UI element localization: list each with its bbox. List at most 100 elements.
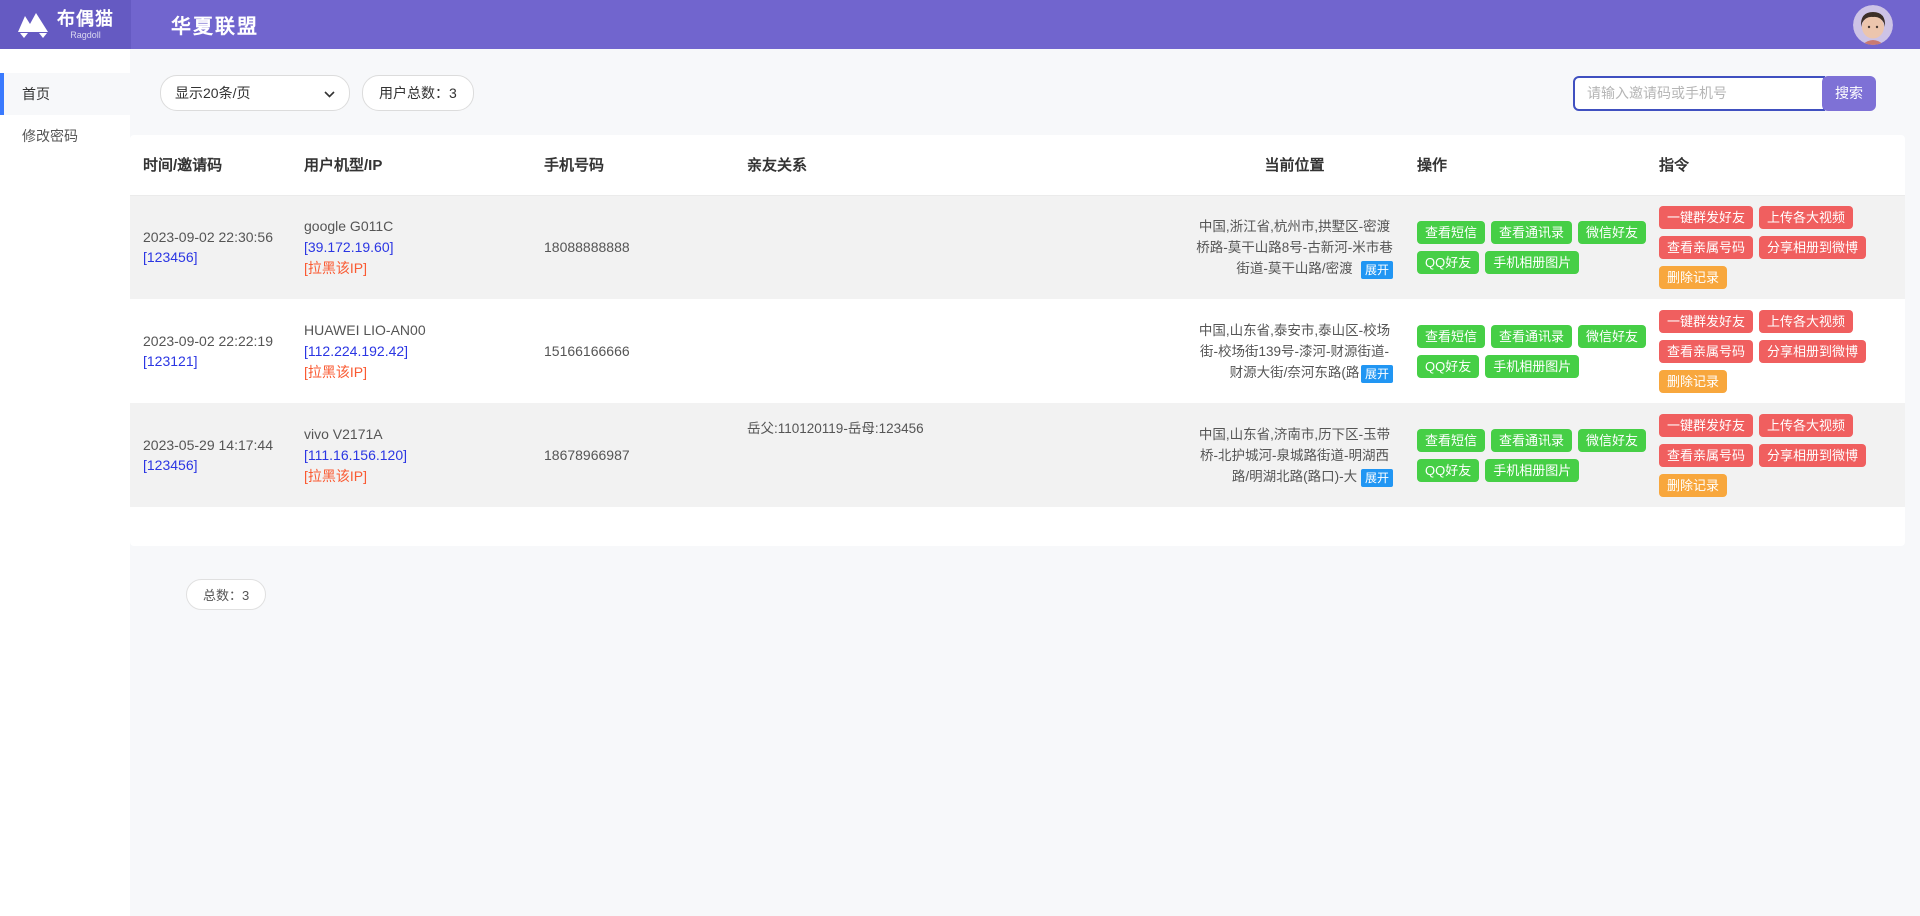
action-buttons-group: 查看短信查看通讯录微信好友 QQ好友手机相册图片 — [1417, 429, 1652, 482]
command-button[interactable]: 删除记录 — [1659, 266, 1727, 289]
device-ip-cell: HUAWEI LIO-AN00[112.224.192.42][拉黑该IP] — [304, 299, 544, 403]
logo-title: 布偶猫 — [57, 10, 114, 28]
ip-link[interactable]: [112.224.192.42] — [304, 341, 544, 362]
command-button[interactable]: 一键群发好友 — [1659, 310, 1753, 333]
action-button[interactable]: 手机相册图片 — [1485, 251, 1579, 274]
command-buttons-group: 一键群发好友上传各大视频查看亲属号码分享相册到微博删除记录 — [1659, 310, 1909, 393]
commands-cell: 一键群发好友上传各大视频查看亲属号码分享相册到微博删除记录 — [1639, 403, 1905, 507]
device-model: HUAWEI LIO-AN00 — [304, 320, 544, 341]
command-button[interactable]: 分享相册到微博 — [1759, 444, 1866, 467]
phone-number: 15166166666 — [544, 343, 630, 359]
sidebar-item-change-password[interactable]: 修改密码 — [0, 115, 130, 157]
command-button[interactable]: 查看亲属号码 — [1659, 236, 1753, 259]
action-button[interactable]: 微信好友 — [1578, 221, 1646, 244]
column-header-actions: 操作 — [1397, 135, 1639, 195]
command-buttons-group: 一键群发好友上传各大视频查看亲属号码分享相册到微博删除记录 — [1659, 414, 1909, 497]
action-button[interactable]: 手机相册图片 — [1485, 459, 1579, 482]
invite-code-link[interactable]: [123121] — [143, 353, 304, 369]
command-button[interactable]: 删除记录 — [1659, 474, 1727, 497]
action-button[interactable]: 查看通讯录 — [1491, 429, 1572, 452]
logo-subtitle: Ragdoll — [70, 31, 101, 40]
device-ip-cell: google G011C[39.172.19.60][拉黑该IP] — [304, 195, 544, 299]
phone-number: 18678966987 — [544, 447, 630, 463]
command-button[interactable]: 查看亲属号码 — [1659, 444, 1753, 467]
command-buttons-group: 一键群发好友上传各大视频查看亲属号码分享相册到微博删除记录 — [1659, 206, 1909, 289]
action-button[interactable]: 微信好友 — [1578, 429, 1646, 452]
column-header-device-ip: 用户机型/IP — [304, 135, 544, 195]
location-text: 中国,山东省,济南市,历下区-玉带桥-北护城河-泉城路街道-明湖西路/明湖北路(… — [1192, 424, 1397, 487]
column-header-phone: 手机号码 — [544, 135, 747, 195]
action-button[interactable]: 查看短信 — [1417, 325, 1485, 348]
column-header-time-invite: 时间/邀请码 — [130, 135, 304, 195]
table-body: 2023-09-02 22:30:56[123456]google G011C[… — [130, 195, 1905, 507]
users-table: 时间/邀请码 用户机型/IP 手机号码 亲友关系 当前位置 操作 指令 2023… — [130, 135, 1905, 507]
action-button[interactable]: QQ好友 — [1417, 355, 1479, 378]
total-count-badge: 总数：3 — [186, 579, 266, 610]
device-model: google G011C — [304, 216, 544, 237]
location-cell: 中国,山东省,济南市,历下区-玉带桥-北护城河-泉城路街道-明湖西路/明湖北路(… — [1192, 403, 1397, 507]
row-time: 2023-09-02 22:22:19 — [143, 333, 304, 349]
location-text: 中国,山东省,泰安市,泰山区-校场街-校场街139号-漆河-财源街道-财源大街/… — [1192, 320, 1397, 383]
column-header-commands: 指令 — [1639, 135, 1905, 195]
action-button[interactable]: 查看短信 — [1417, 221, 1485, 244]
location-cell: 中国,山东省,泰安市,泰山区-校场街-校场街139号-漆河-财源街道-财源大街/… — [1192, 299, 1397, 403]
action-button[interactable]: 查看通讯录 — [1491, 325, 1572, 348]
search-area: 搜索 — [1573, 76, 1876, 111]
action-button[interactable]: 微信好友 — [1578, 325, 1646, 348]
command-button[interactable]: 一键群发好友 — [1659, 206, 1753, 229]
sidebar: 首页 修改密码 — [0, 49, 130, 916]
page-title: 华夏联盟 — [171, 10, 259, 39]
command-button[interactable]: 一键群发好友 — [1659, 414, 1753, 437]
location-text: 中国,浙江省,杭州市,拱墅区-密渡桥路-莫干山路8号-古新河-米市巷街道-莫干山… — [1192, 216, 1397, 279]
table-row: 2023-09-02 22:30:56[123456]google G011C[… — [130, 195, 1905, 299]
action-button[interactable]: QQ好友 — [1417, 459, 1479, 482]
invite-code-link[interactable]: [123456] — [143, 249, 304, 265]
cat-logo-icon — [17, 12, 51, 38]
action-button[interactable]: 查看通讯录 — [1491, 221, 1572, 244]
command-button[interactable]: 分享相册到微博 — [1759, 236, 1866, 259]
phone-cell: 18088888888 — [544, 195, 747, 299]
relations-cell: 岳父:110120119-岳母:123456 — [747, 403, 1192, 507]
row-time: 2023-09-02 22:30:56 — [143, 229, 304, 245]
command-button[interactable]: 查看亲属号码 — [1659, 340, 1753, 363]
relations-text: 岳父:110120119-岳母:123456 — [747, 421, 924, 436]
search-button[interactable]: 搜索 — [1822, 76, 1876, 111]
ip-link[interactable]: [111.16.156.120] — [304, 445, 544, 466]
user-total-badge: 用户总数：3 — [362, 75, 474, 111]
block-ip-link[interactable]: [拉黑该IP] — [304, 466, 544, 487]
action-button[interactable]: 查看短信 — [1417, 429, 1485, 452]
toolbar: 显示20条/页 用户总数：3 搜索 — [130, 75, 1920, 111]
block-ip-link[interactable]: [拉黑该IP] — [304, 362, 544, 383]
actions-cell: 查看短信查看通讯录微信好友QQ好友手机相册图片 — [1397, 299, 1639, 403]
command-button[interactable]: 上传各大视频 — [1759, 310, 1853, 333]
device-model: vivo V2171A — [304, 424, 544, 445]
actions-cell: 查看短信查看通讯录微信好友QQ好友手机相册图片 — [1397, 403, 1639, 507]
action-button[interactable]: QQ好友 — [1417, 251, 1479, 274]
commands-cell: 一键群发好友上传各大视频查看亲属号码分享相册到微博删除记录 — [1639, 195, 1905, 299]
page-size-select[interactable]: 显示20条/页 — [160, 75, 350, 111]
chevron-down-icon — [324, 85, 335, 101]
sidebar-item-home[interactable]: 首页 — [0, 73, 130, 115]
column-header-relations: 亲友关系 — [747, 135, 1192, 195]
user-avatar[interactable] — [1853, 5, 1893, 45]
command-button[interactable]: 上传各大视频 — [1759, 206, 1853, 229]
column-header-location: 当前位置 — [1192, 135, 1397, 195]
expand-location-link[interactable]: 展开 — [1361, 469, 1393, 487]
ip-link[interactable]: [39.172.19.60] — [304, 237, 544, 258]
command-button[interactable]: 分享相册到微博 — [1759, 340, 1866, 363]
invite-code-link[interactable]: [123456] — [143, 457, 304, 473]
search-input[interactable] — [1573, 76, 1825, 111]
users-table-card: 时间/邀请码 用户机型/IP 手机号码 亲友关系 当前位置 操作 指令 2023… — [130, 135, 1905, 546]
action-button[interactable]: 手机相册图片 — [1485, 355, 1579, 378]
action-buttons-group: 查看短信查看通讯录微信好友 QQ好友手机相册图片 — [1417, 221, 1652, 274]
block-ip-link[interactable]: [拉黑该IP] — [304, 258, 544, 279]
time-invite-cell: 2023-05-29 14:17:44[123456] — [130, 403, 304, 507]
expand-location-link[interactable]: 展开 — [1361, 261, 1393, 279]
command-button[interactable]: 删除记录 — [1659, 370, 1727, 393]
command-button[interactable]: 上传各大视频 — [1759, 414, 1853, 437]
table-header-row: 时间/邀请码 用户机型/IP 手机号码 亲友关系 当前位置 操作 指令 — [130, 135, 1905, 195]
phone-number: 18088888888 — [544, 239, 630, 255]
expand-location-link[interactable]: 展开 — [1361, 365, 1393, 383]
action-buttons-group: 查看短信查看通讯录微信好友 QQ好友手机相册图片 — [1417, 325, 1652, 378]
main-content: 显示20条/页 用户总数：3 搜索 时间/邀请码 — [130, 49, 1920, 916]
